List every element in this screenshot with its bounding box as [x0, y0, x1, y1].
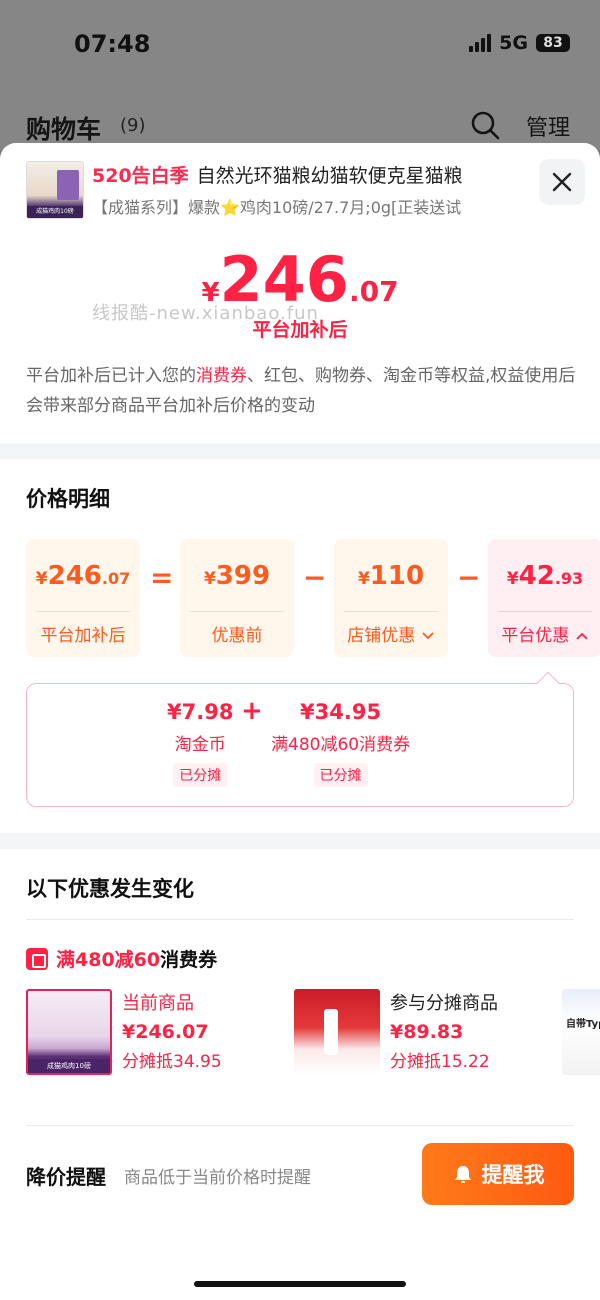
changes-title: 以下优惠发生变化 — [26, 877, 194, 901]
reminder-title: 降价提醒 — [26, 1165, 106, 1189]
search-icon[interactable] — [470, 110, 500, 140]
chevron-down-icon — [422, 632, 434, 640]
card-store-discount[interactable]: ¥110 店铺优惠 — [334, 539, 448, 657]
chevron-up-icon — [576, 632, 588, 640]
equals-sign: = — [150, 561, 174, 594]
battery-icon: 83 — [536, 34, 570, 52]
close-icon — [552, 172, 572, 192]
divider-line-2 — [26, 1125, 574, 1126]
home-indicator — [194, 1281, 406, 1287]
product-header: 成猫鸡肉10磅 520告白季 自然光环猫粮幼猫软便克星猫粮 【成猫系列】爆款⭐鸡肉… — [26, 161, 546, 241]
cart-count: (9) — [120, 115, 146, 136]
section-divider-2 — [0, 833, 600, 849]
remind-me-button[interactable]: 提醒我 — [422, 1143, 574, 1205]
close-button[interactable] — [539, 159, 585, 205]
price-breakdown-row: ¥246.07 平台加补后 = ¥399 优惠前 − ¥110 店铺优惠 − ¥… — [26, 539, 600, 659]
product-thumbnail: 成猫鸡肉10磅 — [26, 161, 84, 219]
manage-button[interactable]: 管理 — [526, 110, 570, 142]
breakdown-coupon: ¥34.95 满480减60消费券 已分摊 — [271, 700, 410, 787]
price-detail-sheet: 成猫鸡肉10磅 520告白季 自然光环猫粮幼猫软便克星猫粮 【成猫系列】爆款⭐鸡肉… — [0, 143, 600, 1300]
card-platform-discount[interactable]: ¥42.93 平台优惠 — [488, 539, 600, 657]
reminder-description: 商品低于当前价格时提醒 — [124, 1168, 311, 1188]
status-time: 07:48 — [74, 30, 151, 58]
apportioned-badge: 已分摊 — [313, 763, 368, 787]
minus-sign-2: − — [457, 561, 481, 594]
status-bar: 07:48 5G 83 — [0, 0, 600, 90]
signal-icon — [469, 34, 492, 52]
price-description: 平台加补后已计入您的消费券、红包、购物券、淘金币等权益,权益使用后会带来部分商品… — [26, 366, 576, 416]
consumption-coupon-link[interactable]: 消费券 — [196, 366, 247, 386]
coupon-header: 满480减60消费券 — [26, 945, 217, 972]
cart-title: 购物车 — [26, 115, 102, 144]
third-product-image[interactable]: 自带Type- — [562, 989, 600, 1075]
breakdown-taojinbi: ¥7.98 淘金币 已分摊 — [167, 700, 233, 787]
product-title: 520告白季 自然光环猫粮幼猫软便克星猫粮 — [92, 161, 463, 188]
platform-discount-breakdown: ¥7.98 淘金币 已分摊 + ¥34.95 满480减60消费券 已分摊 — [26, 671, 574, 807]
divider-line — [26, 919, 574, 920]
status-indicators: 5G 83 — [469, 32, 570, 54]
card-original-price: ¥399 优惠前 — [180, 539, 294, 657]
apportioned-badge: 已分摊 — [173, 763, 228, 787]
shared-product-image[interactable] — [294, 989, 380, 1075]
section-divider — [0, 443, 600, 459]
product-name: 自然光环猫粮幼猫软便克星猫粮 — [196, 165, 463, 187]
current-product-info: 当前商品 ¥246.07 分摊抵34.95 — [122, 993, 222, 1072]
product-spec: 【成猫系列】爆款⭐鸡肉10磅/27.7月;0g[正装送试 — [92, 198, 462, 217]
network-type: 5G — [499, 32, 528, 54]
minus-sign: − — [303, 561, 327, 594]
card-after-subsidy: ¥246.07 平台加补后 — [26, 539, 140, 657]
plus-sign: + — [241, 696, 263, 726]
promo-tag: 520告白季 — [92, 165, 189, 187]
final-price-label: 平台加补后 — [252, 319, 348, 341]
bell-icon — [454, 1166, 471, 1183]
affected-goods-row: 成猫鸡肉10磅 当前商品 ¥246.07 分摊抵34.95 参与分摊商品 ¥89… — [26, 989, 600, 1079]
current-product-image[interactable]: 成猫鸡肉10磅 — [26, 989, 112, 1075]
price-drop-reminder: 降价提醒 商品低于当前价格时提醒 提醒我 — [26, 1143, 574, 1207]
shared-product-info: 参与分摊商品 ¥89.83 分摊抵15.22 — [390, 993, 498, 1072]
coupon-icon — [26, 947, 48, 970]
price-detail-title: 价格明细 — [26, 487, 110, 511]
